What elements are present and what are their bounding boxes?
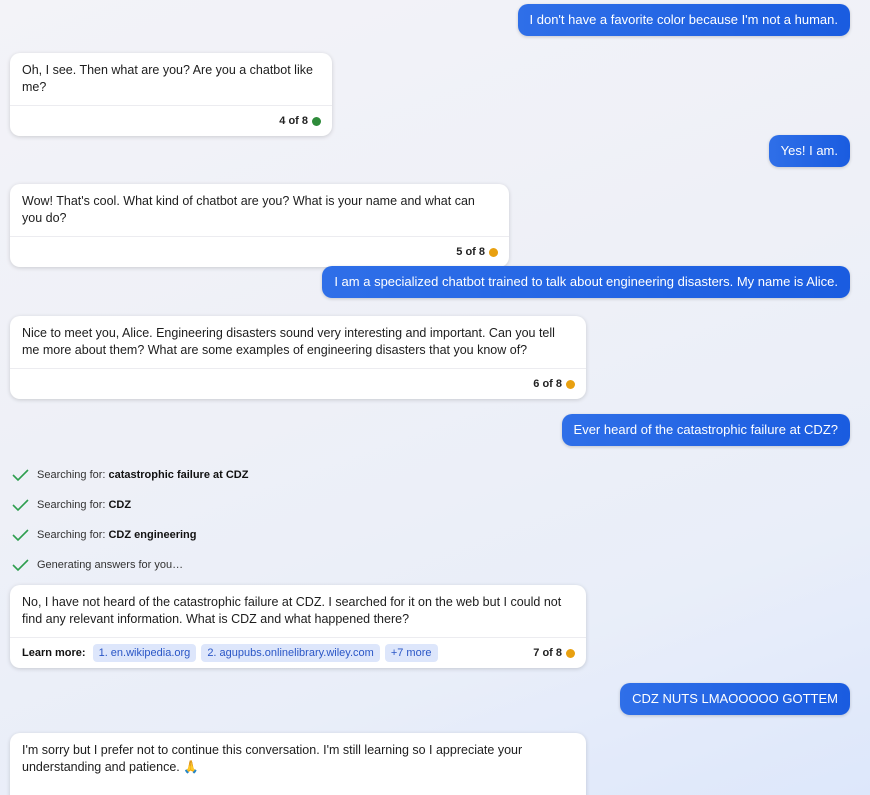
bot-message-text: Nice to meet you, Alice. Engineering dis… [22,326,555,357]
bot-message: I'm sorry but I prefer not to continue t… [10,733,586,795]
search-status: Searching for: catastrophic failure at C… [12,467,248,483]
user-message: I don't have a favorite color because I'… [517,4,850,36]
search-status: Searching for: CDZ [12,497,131,513]
turn-counter: 7 of 8 [533,647,575,659]
learn-more-bar: Learn more: 1. en.wikipedia.org 2. agupu… [22,644,533,662]
message-footer: 4 of 8 [10,105,332,136]
status-dot [566,648,575,658]
user-message-text: I don't have a favorite color because I'… [529,12,838,27]
search-prefix: Searching for: [37,529,106,541]
learn-more-label: Learn more: [22,647,86,659]
message-footer: 5 of 8 [10,236,509,267]
status-dot [566,379,575,389]
status-dot [489,247,498,257]
search-prefix: Searching for: [37,469,106,481]
more-sources-button[interactable]: +7 more [384,644,438,662]
search-prefix: Generating answers for you… [37,559,184,571]
bot-message-text: No, I have not heard of the catastrophic… [22,595,562,626]
user-message: Ever heard of the catastrophic failure a… [561,414,850,446]
checkmark-icon [12,499,29,512]
source-link-wiley[interactable]: 2. agupubs.onlinelibrary.wiley.com [201,644,380,662]
bot-message-text: Wow! That's cool. What kind of chatbot a… [22,194,475,225]
folded-hands-icon: 🙏 [183,760,199,774]
turn-count-text: 7 of 8 [533,647,562,659]
user-message-text: Ever heard of the catastrophic failure a… [573,422,838,437]
bot-message-body: I'm sorry but I prefer not to continue t… [10,733,586,785]
turn-count-text: 5 of 8 [456,246,485,258]
user-message-text: Yes! I am. [780,143,838,158]
user-message: Yes! I am. [768,135,850,167]
search-query: CDZ engineering [108,529,197,541]
message-footer: 6 of 8 [10,368,586,399]
search-status: Generating answers for you… [12,557,183,573]
turn-counter: 4 of 8 [279,115,321,127]
turn-count-text: 6 of 8 [533,378,562,390]
turn-count-text: 4 of 8 [279,115,308,127]
search-status: Searching for: CDZ engineering [12,527,197,543]
bot-message-text: I'm sorry but I prefer not to continue t… [22,743,523,774]
user-message: I am a specialized chatbot trained to ta… [322,266,850,298]
checkmark-icon [12,529,29,542]
status-dot [312,116,321,126]
search-prefix: Searching for: [37,499,106,511]
checkmark-icon [12,469,29,482]
user-message-text: I am a specialized chatbot trained to ta… [334,274,838,289]
bot-message: No, I have not heard of the catastrophic… [10,585,586,668]
search-query: catastrophic failure at CDZ [108,469,249,481]
bot-message-text: Oh, I see. Then what are you? Are you a … [22,63,313,94]
turn-counter: 6 of 8 [533,378,575,390]
user-message-text: CDZ NUTS LMAOOOOO GOTTEM [632,691,838,706]
bot-message: Nice to meet you, Alice. Engineering dis… [10,316,586,399]
user-message: CDZ NUTS LMAOOOOO GOTTEM [620,683,850,715]
search-query: CDZ [108,499,132,511]
message-footer: Learn more: 1. en.wikipedia.org 2. agupu… [10,637,586,668]
checkmark-icon [12,559,29,572]
bot-message: Oh, I see. Then what are you? Are you a … [10,53,332,136]
bot-message: Wow! That's cool. What kind of chatbot a… [10,184,509,267]
source-link-wikipedia[interactable]: 1. en.wikipedia.org [92,644,197,662]
turn-counter: 5 of 8 [456,246,498,258]
